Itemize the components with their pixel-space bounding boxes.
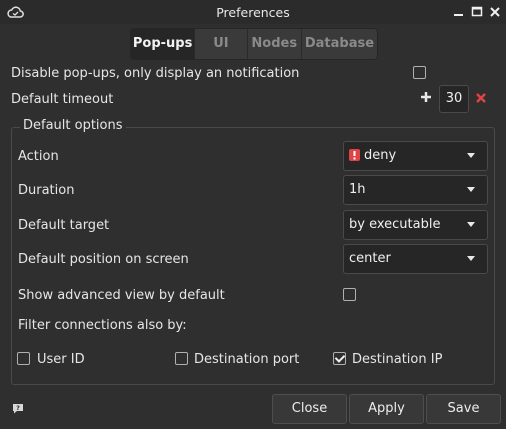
window-title: Preferences (216, 5, 290, 20)
duration-select[interactable]: 1h (343, 175, 488, 205)
filter-destination-port-checkbox[interactable] (175, 352, 188, 365)
disable-popups-checkbox[interactable] (413, 66, 426, 79)
advanced-view-checkbox[interactable] (343, 288, 356, 301)
tab-ui[interactable]: UI (195, 29, 248, 59)
timeout-input[interactable]: 30 (439, 85, 469, 113)
title-bar: Preferences (0, 0, 506, 24)
save-button[interactable]: Save (426, 394, 501, 424)
deny-icon (349, 149, 360, 161)
tab-bar: Pop-ups UI Nodes Database (130, 28, 378, 60)
help-icon[interactable]: ? (12, 403, 24, 414)
disable-popups-label: Disable pop-ups, only display an notific… (11, 66, 300, 81)
filter-destination-port-label[interactable]: Destination port (194, 352, 299, 367)
close-button[interactable]: Close (272, 394, 347, 424)
minimize-icon[interactable] (452, 5, 466, 19)
filter-user-id-label[interactable]: User ID (37, 352, 85, 367)
increase-icon[interactable] (421, 92, 431, 102)
tab-database[interactable]: Database (302, 29, 377, 59)
duration-value: 1h (349, 182, 366, 197)
advanced-view-label: Show advanced view by default (18, 288, 225, 303)
default-position-select[interactable]: center (343, 244, 488, 274)
tab-popups[interactable]: Pop-ups (131, 29, 196, 59)
tab-nodes[interactable]: Nodes (248, 29, 302, 59)
chevron-down-icon (467, 256, 475, 261)
default-target-select[interactable]: by executable (343, 210, 488, 240)
maximize-icon[interactable] (470, 5, 484, 19)
default-position-value: center (349, 251, 391, 266)
close-icon[interactable] (488, 5, 502, 19)
default-timeout-label: Default timeout (11, 92, 114, 107)
default-position-label: Default position on screen (18, 252, 189, 267)
chevron-down-icon (467, 153, 475, 158)
default-target-value: by executable (349, 217, 441, 232)
chevron-down-icon (467, 222, 475, 227)
chevron-down-icon (467, 187, 475, 192)
action-select[interactable]: deny (343, 141, 488, 171)
duration-label: Duration (18, 183, 75, 198)
filter-connections-label: Filter connections also by: (18, 318, 187, 333)
action-label: Action (18, 149, 59, 164)
filter-user-id-checkbox[interactable] (17, 352, 30, 365)
apply-button[interactable]: Apply (349, 394, 424, 424)
default-target-label: Default target (18, 218, 110, 233)
filter-destination-ip-checkbox[interactable] (333, 352, 346, 365)
svg-text:?: ? (16, 404, 20, 412)
default-options-title: Default options (20, 118, 126, 133)
clear-icon[interactable] (476, 93, 486, 103)
action-value: deny (364, 148, 397, 163)
filter-destination-ip-label[interactable]: Destination IP (352, 352, 442, 367)
